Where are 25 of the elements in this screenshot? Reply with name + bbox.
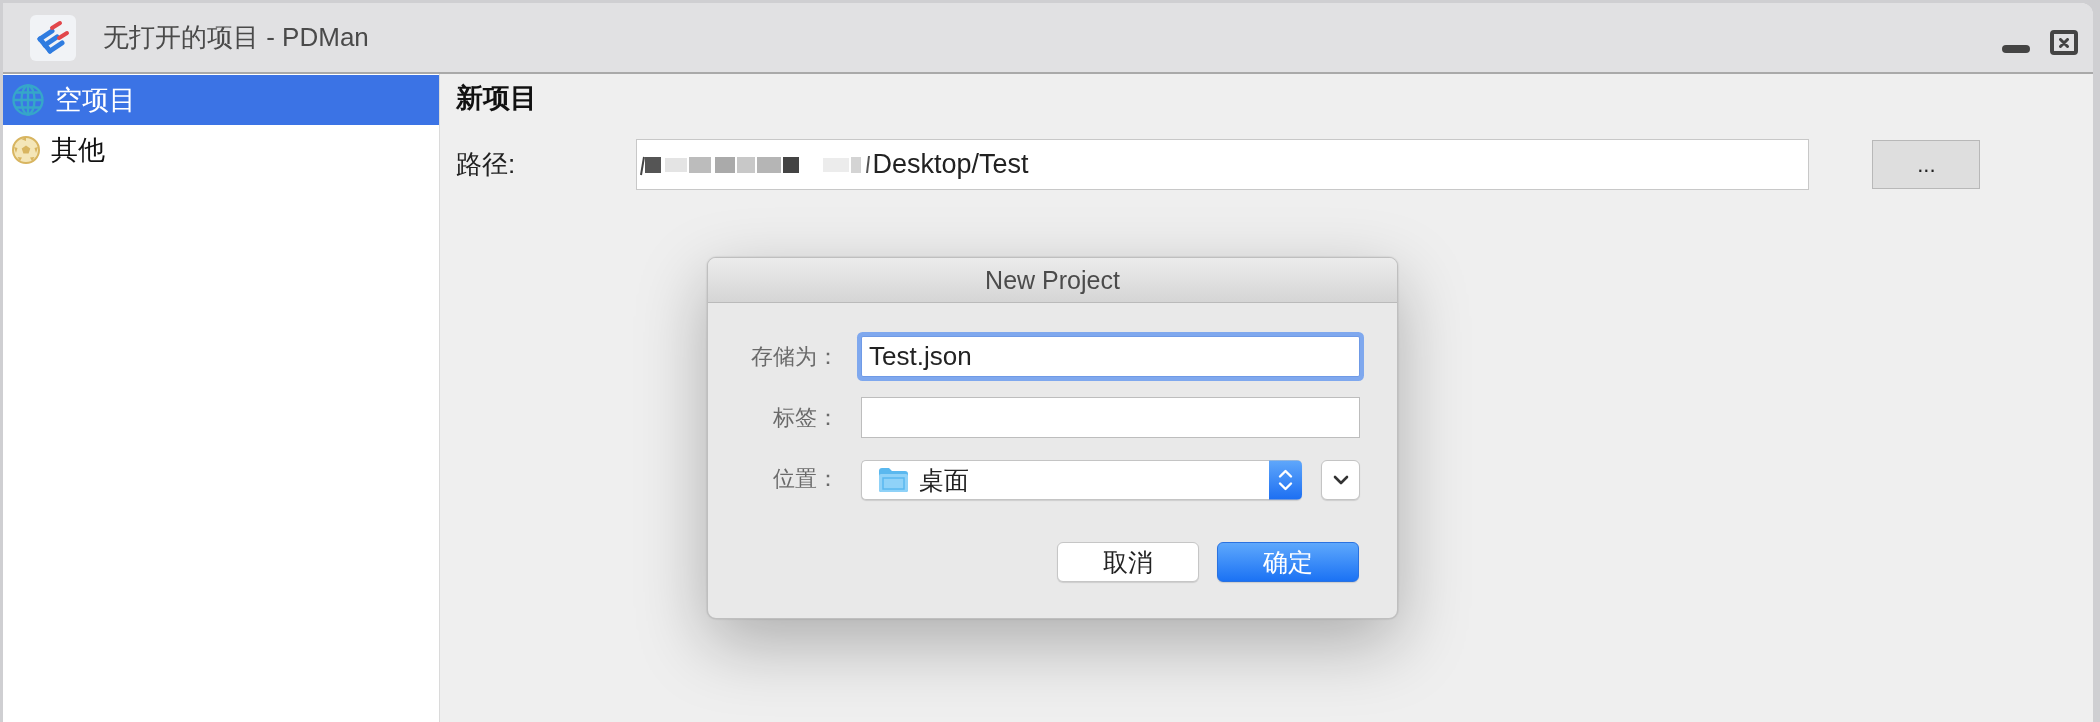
location-popup[interactable]: 桌面 bbox=[861, 460, 1302, 500]
close-button[interactable] bbox=[2050, 30, 2078, 55]
stepper-icon bbox=[1269, 460, 1302, 500]
close-icon bbox=[2059, 37, 2069, 48]
field-label: 标签： bbox=[773, 403, 839, 432]
sidebar-item[interactable]: 空项目 bbox=[3, 75, 439, 125]
window-title: 无打开的项目 - PDMan bbox=[103, 21, 369, 54]
dialog-title: New Project bbox=[985, 265, 1120, 295]
globe-icon bbox=[12, 84, 44, 116]
field-label: 位置： bbox=[773, 465, 839, 493]
field-label: 存储为： bbox=[751, 342, 839, 371]
path-label: 路径: bbox=[456, 148, 516, 181]
section-heading: 新项目 bbox=[456, 82, 537, 115]
confirm-button[interactable]: 确定 bbox=[1217, 542, 1359, 582]
path-field[interactable]: Desktop/Test bbox=[636, 139, 1810, 190]
text-field[interactable] bbox=[861, 397, 1360, 438]
expand-button[interactable] bbox=[1321, 460, 1360, 500]
browse-button[interactable]: ... bbox=[1872, 140, 1981, 189]
chevron-down-icon bbox=[1332, 475, 1349, 485]
app-logo-icon bbox=[30, 14, 76, 61]
ball-icon bbox=[12, 136, 40, 164]
folder-icon bbox=[878, 467, 909, 493]
sidebar-item[interactable]: 其他 bbox=[3, 125, 439, 175]
cancel-button[interactable]: 取消 bbox=[1057, 542, 1199, 582]
minimize-button[interactable] bbox=[2002, 45, 2030, 53]
